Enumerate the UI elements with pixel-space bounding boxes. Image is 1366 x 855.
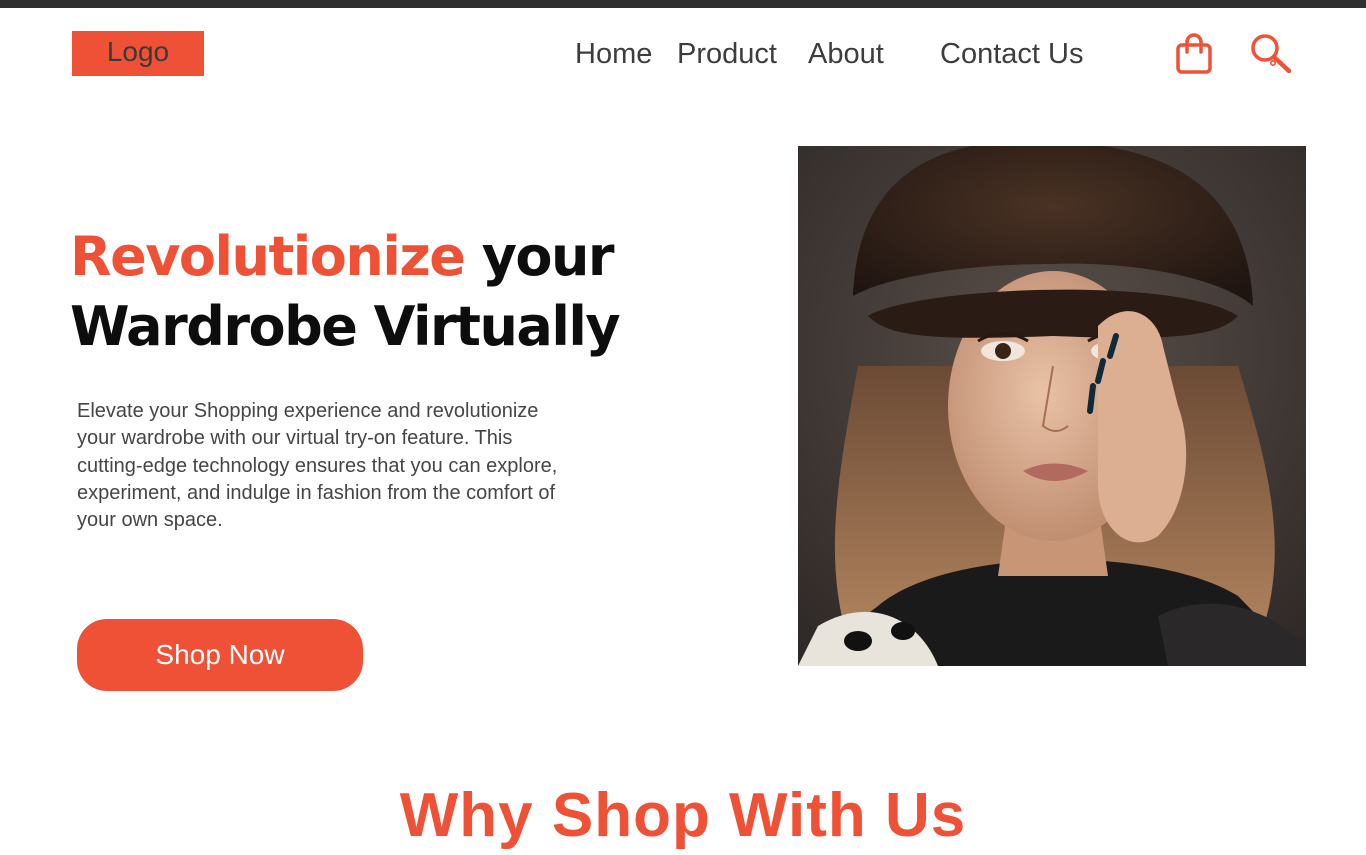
nav-contact-link[interactable]: Contact Us [940, 36, 1083, 72]
top-strip [0, 0, 1366, 8]
logo[interactable]: Logo [72, 31, 204, 76]
hero-model-photo [798, 146, 1306, 666]
hero-title-accent: Revolutionize [70, 225, 466, 288]
shopping-bag-icon[interactable] [1175, 32, 1213, 79]
nav-home-link[interactable]: Home [575, 36, 652, 72]
shop-now-button[interactable]: Shop Now [77, 619, 363, 691]
why-shop-title: Why Shop With Us [399, 781, 967, 850]
hero-title: Revolutionize your Wardrobe Virtually [70, 222, 621, 362]
nav-product-link[interactable]: Product [677, 36, 777, 72]
hero-title-line2: Wardrobe Virtually [70, 295, 621, 358]
hero-description: Elevate your Shopping experience and rev… [77, 400, 558, 532]
hero-title-line1-rest: your [464, 225, 615, 288]
search-icon[interactable] [1249, 33, 1293, 80]
nav-about-link[interactable]: About [808, 36, 884, 72]
